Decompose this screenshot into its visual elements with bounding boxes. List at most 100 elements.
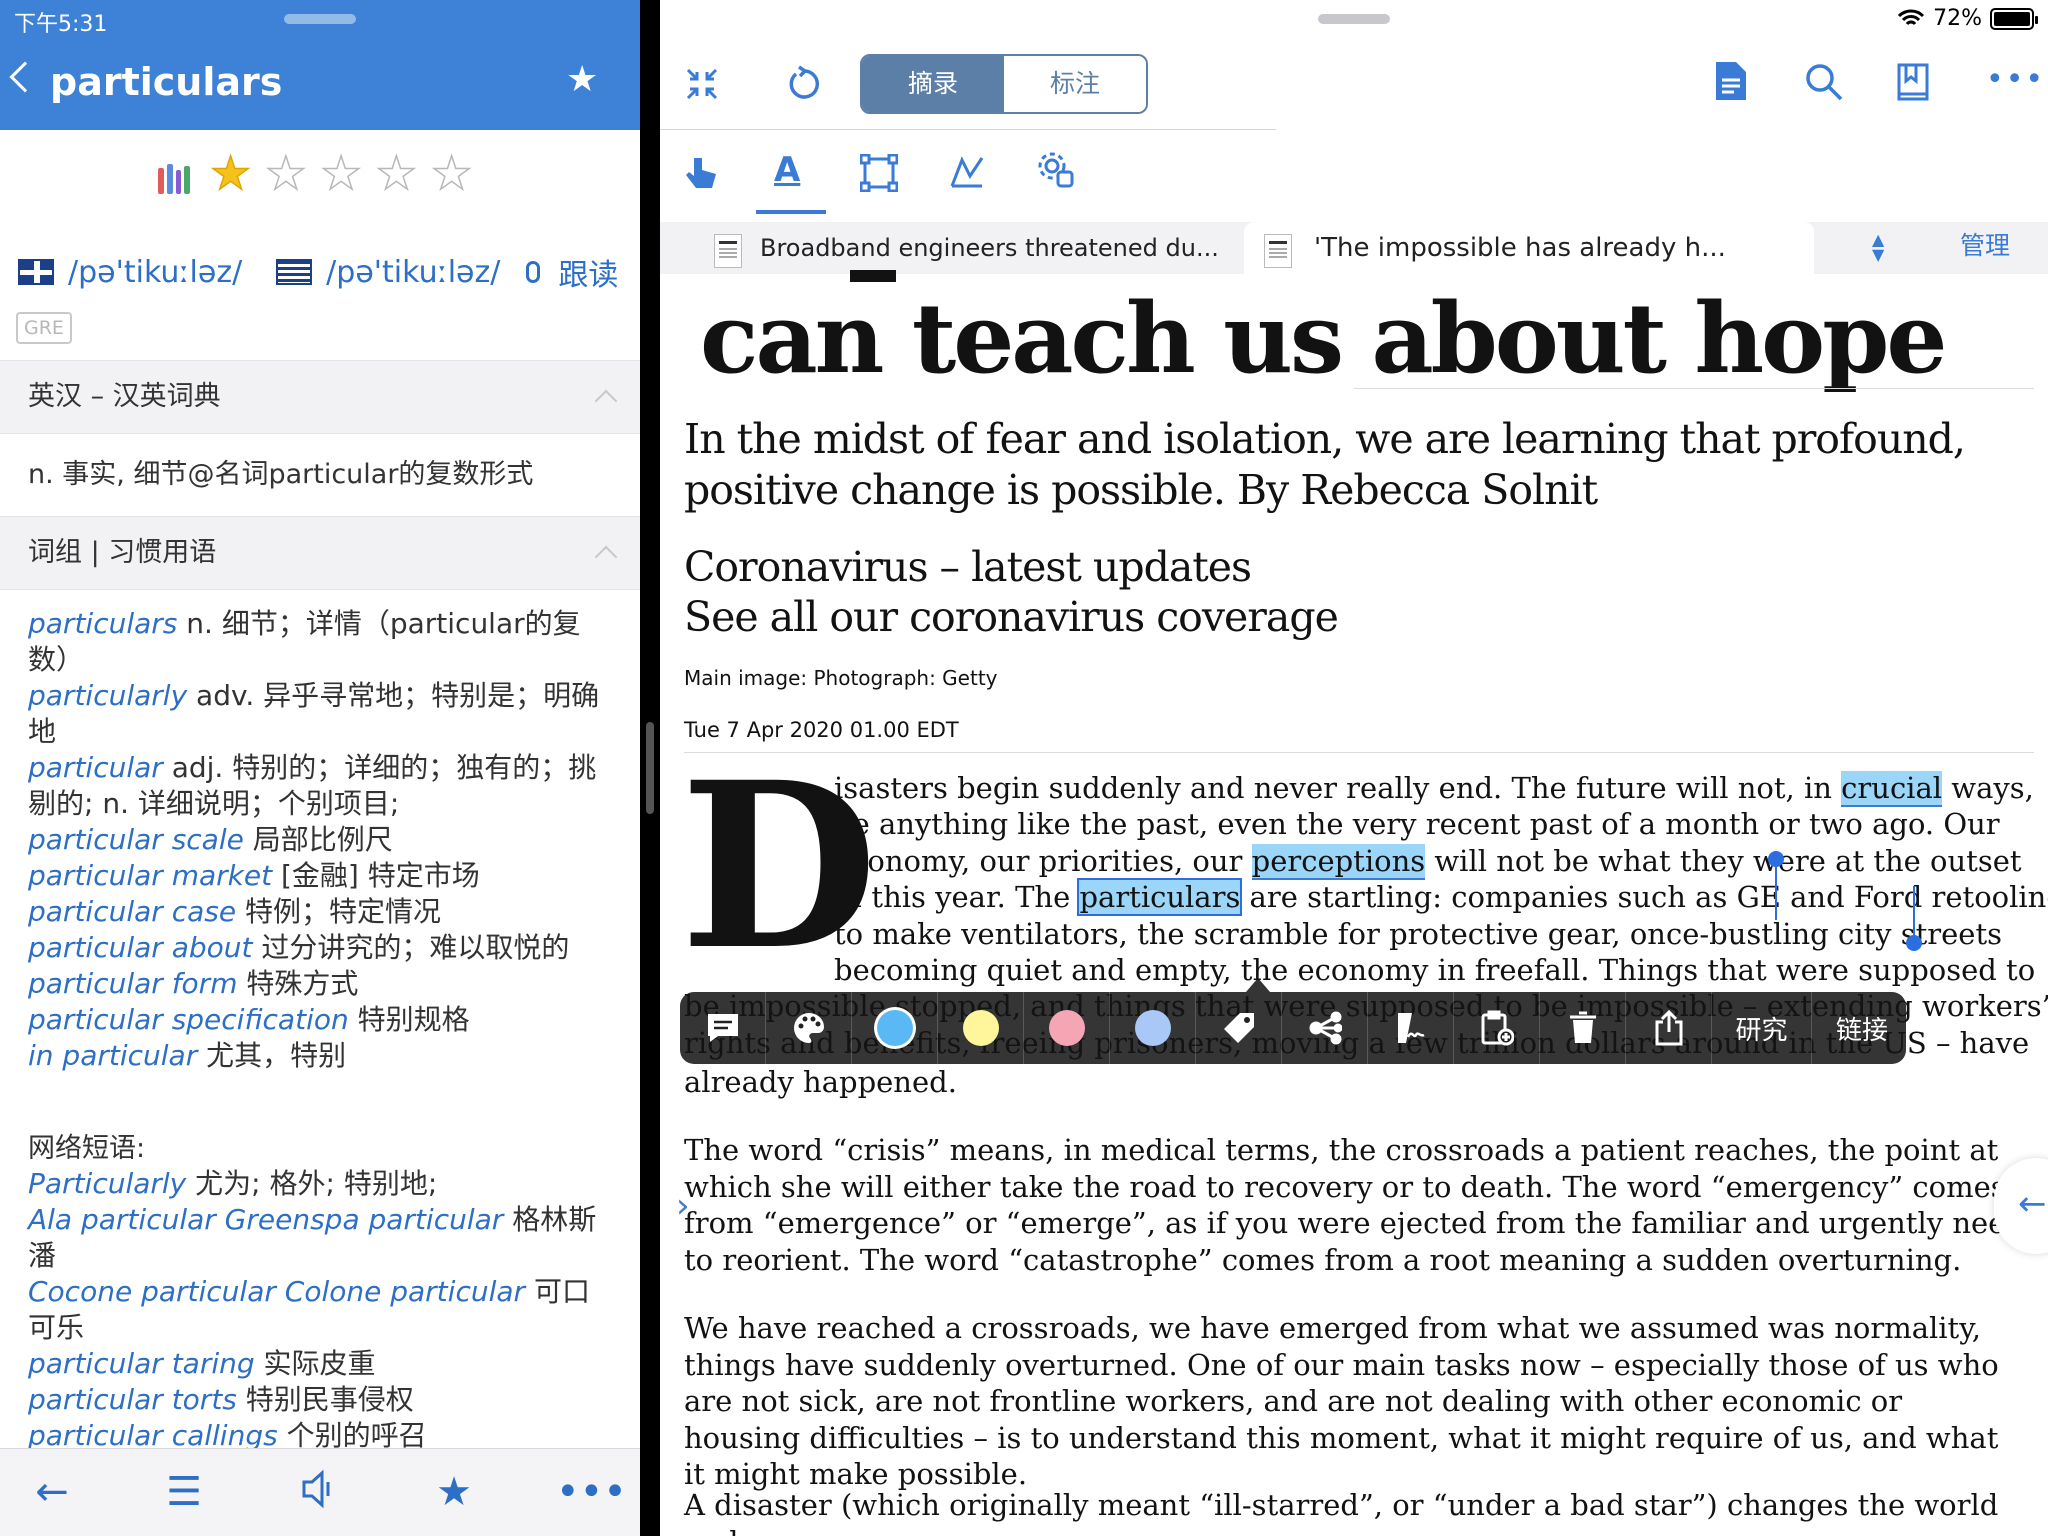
text-highlight-icon[interactable]: A bbox=[774, 150, 800, 190]
phrase-item[interactable]: particularly adv. 异乎寻常地；特别是；明确地 bbox=[28, 678, 608, 750]
collapse-icon[interactable] bbox=[684, 66, 720, 106]
microphone-icon[interactable] bbox=[526, 261, 541, 283]
mind-map-icon[interactable] bbox=[1282, 992, 1368, 1064]
phrase-item[interactable]: particular torts 特别民事侵权 bbox=[28, 1382, 608, 1418]
divider-handle[interactable] bbox=[646, 722, 654, 814]
phrase-term[interactable]: particular about bbox=[28, 931, 252, 964]
tab-annotate[interactable]: 标注 bbox=[1004, 56, 1146, 112]
rectangle-select-icon[interactable] bbox=[859, 153, 899, 196]
link-coverage[interactable]: See all our coronavirus coverage bbox=[684, 592, 1339, 642]
favorite-star-icon[interactable]: ★ bbox=[566, 62, 598, 98]
text-line[interactable]: to make ventilators, the scramble for pr… bbox=[834, 916, 2002, 953]
phrase-item[interactable]: particular form 特殊方式 bbox=[28, 966, 608, 1002]
phrase-item[interactable]: particular adj. 特别的；详细的；独有的；挑剔的; n. 详细说明… bbox=[28, 750, 608, 822]
rating-star-icon[interactable]: ★ bbox=[430, 149, 473, 197]
page-next-arrow-icon[interactable]: ← bbox=[2018, 1184, 2047, 1224]
text-line[interactable]: already happened. bbox=[684, 1064, 957, 1101]
phrase-term[interactable]: Particularly bbox=[28, 1167, 186, 1200]
research-button[interactable]: 研究 bbox=[1712, 992, 1812, 1064]
text-line[interactable]: be anything like the past, even the very… bbox=[834, 806, 2000, 843]
us-flag-icon[interactable] bbox=[276, 259, 313, 285]
search-icon[interactable] bbox=[1804, 62, 1844, 106]
phrase-item[interactable]: Particularly 尤为; 格外; 特别地; bbox=[28, 1166, 608, 1202]
rating-star-icon[interactable]: ★ bbox=[320, 149, 363, 197]
trash-icon[interactable] bbox=[1540, 992, 1626, 1064]
freehand-icon[interactable] bbox=[948, 152, 986, 194]
split-divider[interactable] bbox=[640, 0, 660, 1536]
color-swatch-pink[interactable] bbox=[1024, 992, 1110, 1064]
phrase-item[interactable]: Ala particular Greenspa particular 格林斯潘 bbox=[28, 1202, 608, 1274]
more-icon[interactable]: ••• bbox=[556, 1467, 627, 1517]
phrase-item[interactable]: particular specification 特别规格 bbox=[28, 1002, 608, 1038]
uk-pronunciation[interactable]: /pə'tikuːləz/ bbox=[68, 255, 242, 290]
us-pronunciation[interactable]: /pə'tikuːləz/ bbox=[326, 255, 500, 290]
settings-gear-icon[interactable] bbox=[1036, 150, 1076, 194]
more-icon[interactable]: ••• bbox=[1986, 62, 2045, 97]
palette-icon[interactable] bbox=[766, 992, 852, 1064]
rating-star-icon[interactable]: ★ bbox=[375, 149, 418, 197]
phrase-item[interactable]: particular market [金融] 特定市场 bbox=[28, 858, 608, 894]
tab-sort-icon[interactable]: ▲ ▼ bbox=[1872, 232, 1884, 263]
rating-star-icon[interactable]: ★ bbox=[209, 149, 252, 197]
signature-icon[interactable] bbox=[1368, 992, 1454, 1064]
phrase-term[interactable]: particular case bbox=[28, 895, 236, 928]
selected-highlight[interactable]: particulars bbox=[1077, 878, 1243, 917]
back-chevron-icon[interactable] bbox=[9, 61, 41, 93]
favorite-star-icon[interactable]: ★ bbox=[424, 1467, 484, 1517]
text-line[interactable]: isasters begin suddenly and never really… bbox=[834, 770, 2034, 807]
wordbook-icon[interactable] bbox=[158, 162, 190, 194]
phrase-item[interactable]: particular scale 局部比例尺 bbox=[28, 822, 608, 858]
text-line[interactable]: of this year. The particulars are startl… bbox=[834, 878, 2048, 917]
tab-document-2[interactable]: 'The impossible has already h... bbox=[1244, 222, 1814, 274]
tag-icon[interactable] bbox=[1196, 992, 1282, 1064]
list-icon[interactable]: ☰ bbox=[154, 1467, 214, 1517]
mode-segmented-control[interactable]: 摘录 标注 bbox=[860, 54, 1148, 114]
pane-grabber[interactable] bbox=[1318, 14, 1390, 24]
chevron-up-icon[interactable] bbox=[594, 545, 618, 569]
share-icon[interactable] bbox=[1626, 992, 1712, 1064]
phrase-term[interactable]: Cocone particular Colone particular bbox=[28, 1275, 525, 1308]
phrase-term[interactable]: Ala particular Greenspa particular bbox=[28, 1203, 503, 1236]
phrase-term[interactable]: particular bbox=[28, 751, 163, 784]
tab-document-1[interactable]: Broadband engineers threatened du... bbox=[660, 222, 1240, 274]
phrase-item[interactable]: particulars n. 细节；详情（particular的复数） bbox=[28, 606, 608, 678]
color-swatch-blue[interactable] bbox=[852, 992, 938, 1064]
rating-star-icon[interactable]: ★ bbox=[264, 149, 307, 197]
chevron-up-icon[interactable] bbox=[594, 389, 618, 413]
comment-icon[interactable] bbox=[680, 992, 766, 1064]
phrase-term[interactable]: particular torts bbox=[28, 1383, 237, 1416]
speaker-icon[interactable] bbox=[290, 1467, 350, 1517]
highlight[interactable]: crucial bbox=[1841, 771, 1943, 807]
phrase-item[interactable]: in particular 尤其，特别 bbox=[28, 1038, 608, 1074]
phrase-term[interactable]: particulars bbox=[28, 607, 177, 640]
link-button[interactable]: 链接 bbox=[1812, 992, 1912, 1064]
read-along-button[interactable]: 跟读 bbox=[558, 250, 618, 294]
highlight[interactable]: perceptions bbox=[1251, 843, 1426, 880]
phrase-item[interactable]: particular about 过分讲究的；难以取悦的 bbox=[28, 930, 608, 966]
selection-handle-end[interactable] bbox=[1906, 935, 1922, 951]
phrase-item[interactable]: Cocone particular Colone particular 可口可乐 bbox=[28, 1274, 608, 1346]
uk-flag-icon[interactable] bbox=[18, 259, 54, 285]
color-swatch-lightblue[interactable] bbox=[1110, 992, 1196, 1064]
phrase-term[interactable]: particular taring bbox=[28, 1347, 255, 1380]
text-line[interactable]: economy, our priorities, our perceptions… bbox=[834, 843, 2022, 880]
link-latest-updates[interactable]: Coronavirus – latest updates bbox=[684, 542, 1338, 592]
selection-handle-start[interactable] bbox=[1768, 851, 1784, 867]
section-header-dictionary[interactable]: 英汉 – 汉英词典 bbox=[0, 360, 640, 434]
tab-excerpt[interactable]: 摘录 bbox=[862, 56, 1004, 112]
manage-button[interactable]: 管理 bbox=[1960, 222, 2010, 270]
back-arrow-icon[interactable]: ← bbox=[22, 1467, 82, 1517]
bookmark-book-icon[interactable] bbox=[1896, 62, 1930, 106]
phrase-term[interactable]: particular specification bbox=[28, 1003, 349, 1036]
paste-add-icon[interactable] bbox=[1454, 992, 1540, 1064]
pane-grabber[interactable] bbox=[284, 14, 356, 24]
phrase-term[interactable]: particular market bbox=[28, 859, 272, 892]
phrase-term[interactable]: particularly bbox=[28, 679, 187, 712]
section-header-phrases[interactable]: 词组 | 习惯用语 bbox=[0, 516, 640, 590]
star-rating[interactable]: ★ ★ ★ ★ ★ bbox=[209, 149, 473, 197]
phrase-term[interactable]: particular form bbox=[28, 967, 237, 1000]
phrase-term[interactable]: in particular bbox=[28, 1039, 197, 1072]
text-line[interactable]: becoming quiet and empty, the economy in… bbox=[834, 952, 2035, 989]
phrase-term[interactable]: particular scale bbox=[28, 823, 244, 856]
phrase-item[interactable]: particular taring 实际皮重 bbox=[28, 1346, 608, 1382]
